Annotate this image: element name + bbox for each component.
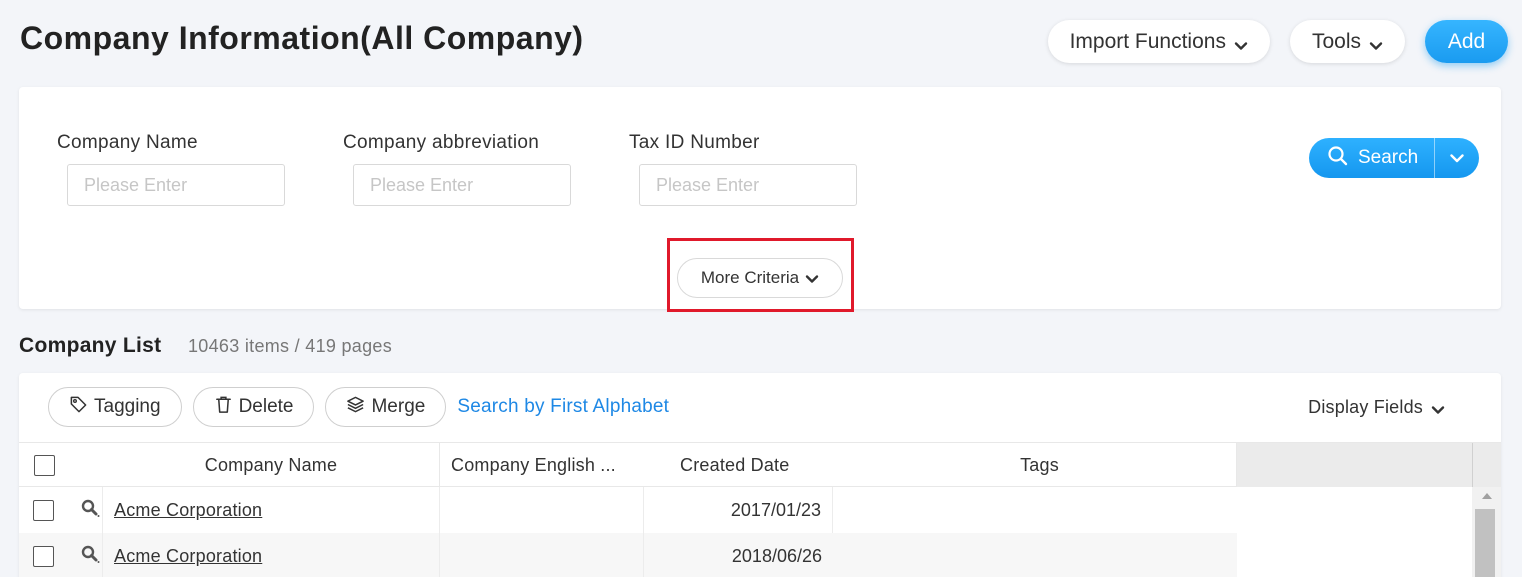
chevron-down-icon [1450, 151, 1464, 165]
vertical-scrollbar[interactable] [1472, 487, 1501, 577]
scroll-thumb[interactable] [1475, 509, 1495, 577]
company-table: Company Name Company English ... Created… [19, 442, 1501, 577]
created-date-cell: 2018/06/26 [731, 545, 822, 566]
search-button-group: Search [1309, 138, 1479, 178]
row-checkbox[interactable] [33, 499, 54, 521]
row-select-cell [33, 487, 55, 533]
company-name-cell: Acme Corporation [103, 487, 440, 533]
more-criteria-button[interactable]: More Criteria [677, 258, 843, 298]
tools-label: Tools [1311, 29, 1361, 53]
company-name-link[interactable]: Acme Corporation [114, 546, 262, 567]
layers-icon [346, 395, 365, 420]
delete-button[interactable]: Delete [192, 387, 315, 427]
add-button[interactable]: Add [1425, 20, 1508, 63]
magnifier-icon[interactable] [80, 544, 100, 569]
row-checkbox[interactable] [33, 545, 54, 567]
search-label: Search [1358, 147, 1419, 168]
import-functions-button[interactable]: Import Functions [1047, 20, 1270, 63]
search-button[interactable]: Search [1309, 138, 1434, 178]
display-fields-label: Display Fields [1308, 397, 1423, 417]
company-abbreviation-filter: Company abbreviation [343, 132, 571, 206]
display-fields-dropdown[interactable]: Display Fields [1308, 397, 1445, 418]
list-count: 10463 items / 419 pages [188, 336, 393, 356]
top-actions: Import Functions Tools Add [1047, 20, 1508, 63]
tag-icon [69, 395, 88, 420]
tax-id-filter: Tax ID Number [629, 132, 857, 206]
row-preview-cell [77, 533, 103, 577]
scroll-up-arrow[interactable] [1482, 493, 1492, 499]
header-divider [1472, 443, 1473, 487]
english-name-cell [440, 533, 644, 577]
english-name-cell [440, 487, 644, 533]
header-filler [1237, 443, 1501, 487]
search-options-toggle[interactable] [1434, 138, 1479, 178]
list-toolbar: Tagging Delete Merge Search by First Alp… [48, 387, 669, 427]
company-name-link[interactable]: Acme Corporation [114, 500, 262, 521]
tags-cell [833, 533, 1237, 577]
magnifier-icon[interactable] [80, 498, 100, 523]
more-criteria-label: More Criteria [700, 268, 800, 287]
table-row[interactable]: Acme Corporation 2018/06/26 [19, 533, 1237, 577]
column-header-tags[interactable]: Tags [843, 443, 1237, 487]
merge-label: Merge [371, 396, 426, 417]
column-header-company-english-name[interactable]: Company English ... [440, 443, 640, 487]
row-select-cell [33, 533, 55, 577]
tagging-button[interactable]: Tagging [48, 387, 182, 427]
trash-icon [214, 395, 233, 420]
tax-id-input[interactable] [639, 164, 857, 206]
company-name-label: Company Name [57, 132, 198, 153]
page-title: Company Information(All Company) [20, 20, 584, 56]
tax-id-label: Tax ID Number [629, 132, 760, 153]
chevron-down-icon [805, 271, 819, 285]
company-abbreviation-label: Company abbreviation [343, 132, 540, 153]
list-title: Company List [19, 334, 162, 357]
tags-cell [833, 487, 1237, 533]
import-functions-label: Import Functions [1069, 29, 1226, 53]
column-header-created-date[interactable]: Created Date [643, 443, 843, 487]
search-by-first-alphabet-link[interactable]: Search by First Alphabet [457, 396, 669, 418]
search-icon [1327, 145, 1348, 172]
column-header-company-name[interactable]: Company Name [103, 443, 440, 487]
company-name-input[interactable] [67, 164, 285, 206]
company-name-cell: Acme Corporation [103, 533, 440, 577]
table-row[interactable]: Acme Corporation 2017/01/23 [19, 487, 1237, 533]
table-header: Company Name Company English ... Created… [19, 442, 1501, 487]
chevron-down-icon [1431, 401, 1445, 415]
select-all-checkbox[interactable] [33, 454, 55, 476]
select-all-cell [33, 443, 55, 487]
delete-label: Delete [238, 396, 294, 417]
tagging-label: Tagging [94, 396, 161, 417]
created-date-cell: 2017/01/23 [644, 487, 833, 533]
company-name-filter: Company Name [57, 132, 285, 206]
filter-panel: Company Name Company abbreviation Tax ID… [19, 87, 1501, 312]
chevron-down-icon [1369, 35, 1383, 50]
row-preview-cell [77, 487, 103, 533]
company-list-panel: Tagging Delete Merge Search by First Alp… [19, 373, 1501, 577]
company-abbreviation-input[interactable] [353, 164, 571, 206]
tools-button[interactable]: Tools [1289, 20, 1405, 63]
chevron-down-icon [1234, 35, 1248, 50]
merge-button[interactable]: Merge [325, 387, 447, 427]
